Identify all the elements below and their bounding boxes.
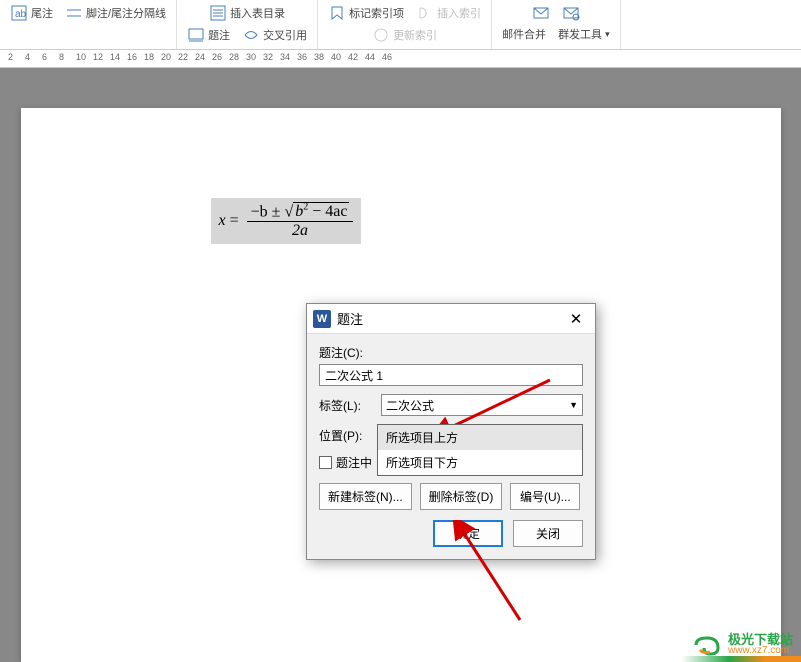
update-index-button: 更新索引: [368, 24, 441, 46]
ribbon-group-mail: 邮件合并 群发工具▾: [492, 0, 621, 49]
watermark-text-en: www.xz7.com: [728, 646, 793, 656]
ruler-tick: 26: [212, 52, 222, 62]
checkbox-label: 题注中: [336, 454, 372, 471]
dialog-title-text: 题注: [337, 309, 363, 328]
mass-send-button[interactable]: [558, 2, 584, 24]
ruler-tick: 10: [76, 52, 86, 62]
watermark-stripe: [681, 656, 801, 662]
equation-object[interactable]: x = −b ± √b2 − 4ac 2a: [211, 198, 362, 244]
mark-index-button[interactable]: 标记索引项: [324, 2, 408, 24]
mass-send-label[interactable]: 群发工具▾: [554, 24, 614, 44]
ribbon-group-index: 标记索引项 插入索引 更新索引: [318, 0, 492, 49]
position-field-label: 位置(P):: [319, 427, 375, 444]
numbering-button[interactable]: 编号(U)...: [510, 483, 580, 510]
ruler-tick: 18: [144, 52, 154, 62]
footnote-endnote-button[interactable]: ab尾注: [6, 2, 57, 24]
ruler-tick: 30: [246, 52, 256, 62]
ruler-tick: 38: [314, 52, 324, 62]
close-button[interactable]: 关闭: [513, 520, 583, 547]
footnote-separator-button[interactable]: 脚注/尾注分隔线: [61, 2, 170, 24]
ruler-tick: 4: [25, 52, 30, 62]
ribbon-group-footnote: ab尾注 脚注/尾注分隔线: [0, 0, 177, 49]
ruler-tick: 16: [127, 52, 137, 62]
ruler-tick: 24: [195, 52, 205, 62]
chevron-down-icon: ▼: [569, 400, 578, 410]
ribbon-toolbar: ab尾注 脚注/尾注分隔线 插入表目录 题注 交叉引用 标记索引项 插入索引 更…: [0, 0, 801, 50]
insert-index-button[interactable]: 插入索引: [412, 2, 485, 24]
exclude-label-checkbox[interactable]: [319, 456, 332, 469]
delete-label-button[interactable]: 删除标签(D): [420, 483, 503, 510]
cross-ref-button[interactable]: 交叉引用: [238, 24, 311, 46]
insert-toc-button[interactable]: 插入表目录: [205, 2, 289, 24]
ruler-tick: 46: [382, 52, 392, 62]
caption-field-label: 题注(C):: [319, 344, 363, 361]
ruler-tick: 42: [348, 52, 358, 62]
ruler-tick: 20: [161, 52, 171, 62]
ruler-tick: 6: [42, 52, 47, 62]
ruler-tick: 12: [93, 52, 103, 62]
ruler-tick: 8: [59, 52, 64, 62]
ruler-tick: 14: [110, 52, 120, 62]
ruler-tick: 32: [263, 52, 273, 62]
mail-merge-label[interactable]: 邮件合并: [498, 24, 550, 44]
label-field-label: 标签(L):: [319, 397, 375, 414]
site-watermark: 极光下载站 www.xz7.com: [692, 633, 793, 656]
label-select[interactable]: 二次公式▼: [381, 394, 583, 416]
dropdown-option-below[interactable]: 所选项目下方: [378, 450, 582, 475]
ruler-tick: 34: [280, 52, 290, 62]
ruler-tick: 40: [331, 52, 341, 62]
ruler-tick: 2: [8, 52, 13, 62]
dialog-titlebar[interactable]: W 题注 ✕: [307, 304, 595, 334]
horizontal-ruler[interactable]: 2468101214161820222426283032343638404244…: [0, 50, 801, 68]
dropdown-option-above[interactable]: 所选项目上方: [378, 425, 582, 450]
svg-text:ab: ab: [15, 9, 27, 20]
ruler-tick: 22: [178, 52, 188, 62]
close-icon[interactable]: ✕: [563, 308, 589, 330]
mail-merge-button[interactable]: [528, 2, 554, 24]
app-icon: W: [313, 310, 331, 328]
watermark-logo-icon: [692, 634, 722, 656]
ruler-tick: 36: [297, 52, 307, 62]
ruler-tick: 44: [365, 52, 375, 62]
ok-button[interactable]: 确定: [433, 520, 503, 547]
caption-dialog: W 题注 ✕ 题注(C): 标签(L): 二次公式▼ 位置(P): 所选项目下方…: [306, 303, 596, 560]
ruler-tick: 28: [229, 52, 239, 62]
position-dropdown-list: 所选项目上方 所选项目下方: [377, 424, 583, 476]
ribbon-group-caption: 插入表目录 题注 交叉引用: [177, 0, 318, 49]
caption-input[interactable]: [319, 364, 583, 386]
caption-button[interactable]: 题注: [183, 24, 234, 46]
new-label-button[interactable]: 新建标签(N)...: [319, 483, 412, 510]
